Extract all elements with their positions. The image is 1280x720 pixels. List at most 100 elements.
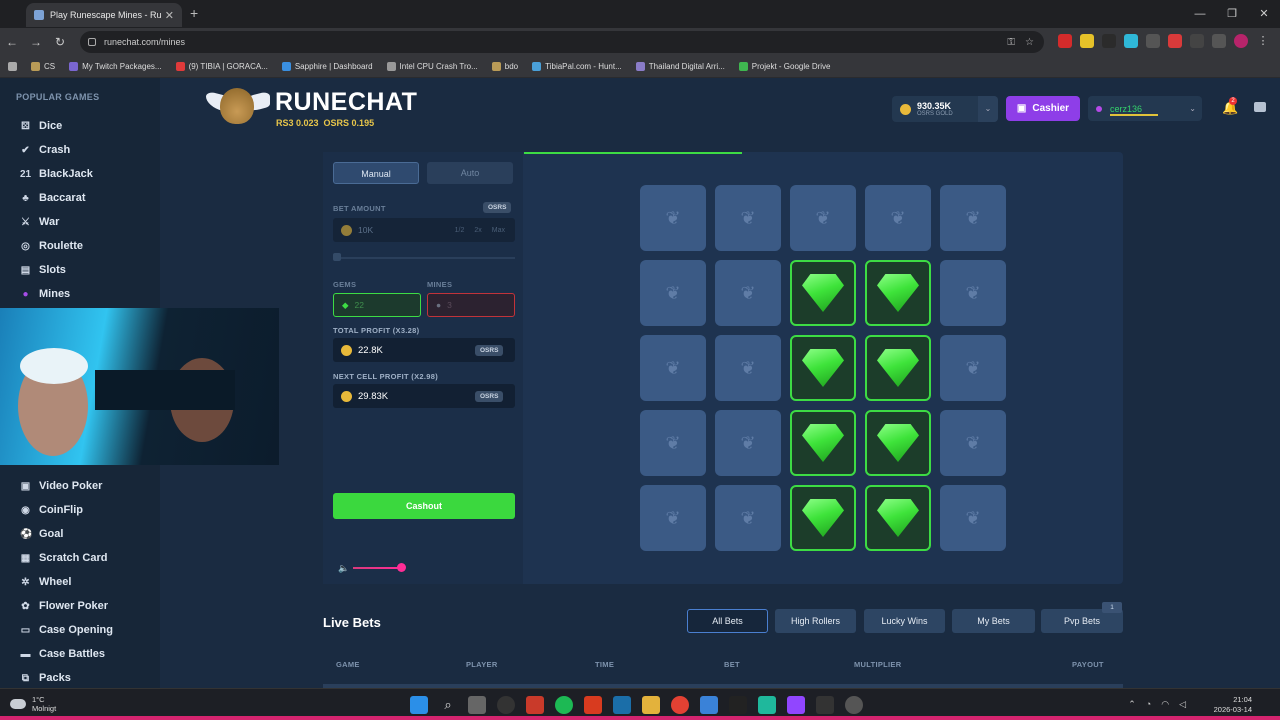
sidebar-item-war[interactable]: ⚔ War (20, 212, 59, 232)
sidebar-item-roulette[interactable]: ◎ Roulette (20, 236, 83, 256)
extension-icon[interactable] (1146, 34, 1160, 48)
mine-cell-hidden[interactable]: ❦ (640, 185, 706, 251)
mine-cell-hidden[interactable]: ❦ (715, 485, 781, 551)
mine-cell-hidden[interactable]: ❦ (790, 185, 856, 251)
mine-cell-hidden[interactable]: ❦ (865, 185, 931, 251)
sidebar-item-baccarat[interactable]: ♣ Baccarat (20, 188, 85, 208)
url-field[interactable]: runechat.com/mines ⚿ ☆ (80, 31, 1044, 53)
bookmark-item[interactable]: Sapphire | Dashboard (281, 62, 373, 71)
chevron-up-icon[interactable]: ⌃ (1128, 699, 1136, 710)
sidebar-item-dice[interactable]: ⚄ Dice (20, 116, 62, 136)
sidebar-item-scratch-card[interactable]: ▦ Scratch Card (20, 548, 108, 568)
app-icon[interactable] (584, 696, 602, 714)
bookmark-star-icon[interactable]: ☆ (1025, 37, 1034, 48)
sidebar-item-slots[interactable]: ▤ Slots (20, 260, 66, 280)
bookmark-item[interactable]: TibiaPal.com - Hunt... (532, 62, 622, 71)
app-icon[interactable] (526, 696, 544, 714)
mine-cell-hidden[interactable]: ❦ (640, 260, 706, 326)
volume-slider[interactable] (353, 567, 401, 569)
bookmark-item[interactable]: My Twitch Packages... (69, 62, 162, 71)
bet-slider[interactable] (333, 257, 515, 259)
extension-icon[interactable] (1102, 34, 1116, 48)
chrome-icon[interactable] (671, 696, 689, 714)
app-icon[interactable] (758, 696, 776, 714)
sidebar-item-coinflip[interactable]: ◉ CoinFlip (20, 500, 83, 520)
user-menu[interactable]: cerz136 ⌄ (1088, 96, 1202, 121)
start-icon[interactable] (410, 696, 428, 714)
sidebar-item-goal[interactable]: ⚽ Goal (20, 524, 63, 544)
speaker-icon[interactable]: ◁ (1179, 699, 1186, 710)
chevron-down-icon[interactable]: ⌄ (978, 96, 998, 122)
mine-cell-hidden[interactable]: ❦ (940, 410, 1006, 476)
app-icon[interactable] (845, 696, 863, 714)
sidebar-item-case-opening[interactable]: ▭ Case Opening (20, 620, 113, 640)
tab-manual[interactable]: Manual (333, 162, 419, 184)
sidebar-item-case-battles[interactable]: ▬ Case Battles (20, 644, 106, 664)
sidebar-item-mines[interactable]: ● Mines (20, 284, 70, 304)
mine-cell-hidden[interactable]: ❦ (715, 260, 781, 326)
mine-cell-hidden[interactable]: ❦ (715, 185, 781, 251)
site-info-icon[interactable] (88, 38, 96, 46)
spotify-icon[interactable] (555, 696, 573, 714)
chevron-down-icon[interactable]: ⌄ (1189, 96, 1196, 121)
double-bet-button[interactable]: 2x (474, 227, 481, 234)
bookmark-item[interactable]: Intel CPU Crash Tro... (386, 62, 478, 71)
forward-icon[interactable]: → (24, 35, 48, 49)
app-icon[interactable] (816, 696, 834, 714)
site-logo[interactable]: RUNECHAT (275, 88, 417, 117)
half-bet-button[interactable]: 1/2 (455, 227, 465, 234)
sidebar-item-blackjack[interactable]: 21 BlackJack (20, 164, 93, 184)
sidebar-item-flower-poker[interactable]: ✿ Flower Poker (20, 596, 108, 616)
steam-icon[interactable] (613, 696, 631, 714)
extension-icon[interactable] (1124, 34, 1138, 48)
sidebar-item-crash[interactable]: ✔ Crash (20, 140, 70, 160)
close-window-icon[interactable]: ✕ (1248, 0, 1280, 28)
tab-all-bets[interactable]: All Bets (687, 609, 768, 633)
app-icon[interactable] (729, 696, 747, 714)
mine-cell-hidden[interactable]: ❦ (640, 485, 706, 551)
mine-cell-hidden[interactable]: ❦ (715, 335, 781, 401)
sidebar-item-wheel[interactable]: ✲ Wheel (20, 572, 71, 592)
extension-icon[interactable] (1058, 34, 1072, 48)
app-icon[interactable] (497, 696, 515, 714)
network-icon[interactable]: ◔ (1146, 699, 1151, 710)
cashier-button[interactable]: ▣ Cashier (1006, 96, 1080, 121)
mine-cell-hidden[interactable]: ❦ (715, 410, 781, 476)
volume-slider-handle[interactable] (397, 563, 406, 572)
close-tab-icon[interactable]: ✕ (165, 9, 174, 22)
mine-cell-hidden[interactable]: ❦ (640, 410, 706, 476)
bet-slider-handle[interactable] (333, 253, 341, 261)
bet-amount-input[interactable]: 10K 1/2 2x Max (333, 218, 515, 242)
search-icon[interactable]: ⌕ (439, 696, 457, 714)
adblock-icon[interactable] (1168, 34, 1182, 48)
browser-tab[interactable]: Play Runescape Mines - Ru ✕ (26, 3, 182, 27)
bookmark-item[interactable]: Thailand Digital Arri... (635, 62, 725, 71)
mine-cell-hidden[interactable]: ❦ (940, 335, 1006, 401)
tab-high-rollers[interactable]: High Rollers (775, 609, 856, 633)
mine-cell-hidden[interactable]: ❦ (940, 485, 1006, 551)
menu-icon[interactable]: ⋮ (1256, 34, 1270, 48)
clock[interactable]: 21:04 2026-03-14 (1214, 695, 1252, 715)
extensions-puzzle-icon[interactable] (1190, 34, 1204, 48)
tab-my-bets[interactable]: My Bets (952, 609, 1035, 633)
bookmark-item[interactable]: CS (31, 62, 55, 71)
back-icon[interactable]: ← (0, 35, 24, 49)
file-explorer-icon[interactable] (642, 696, 660, 714)
task-view-icon[interactable] (468, 696, 486, 714)
balance-widget[interactable]: 930.35K OSRS GOLD ⌄ (892, 96, 998, 122)
mines-count-input[interactable]: ● 3 (427, 293, 515, 317)
wifi-icon[interactable]: ◠ (1161, 699, 1169, 710)
max-bet-button[interactable]: Max (492, 227, 505, 234)
app-icon[interactable] (700, 696, 718, 714)
key-icon[interactable]: ⚿ (1007, 37, 1015, 48)
extension-icon[interactable] (1080, 34, 1094, 48)
sidebar-item-packs[interactable]: ⧉ Packs (20, 668, 71, 688)
mine-cell-hidden[interactable]: ❦ (940, 260, 1006, 326)
volume-icon[interactable]: 🔈 (338, 563, 349, 574)
weather-widget[interactable]: 1°C Molnigt (10, 695, 56, 713)
bookmark-item[interactable]: bdo (491, 62, 518, 71)
bookmark-item[interactable]: (9) TIBIA | GORACA... (175, 62, 268, 71)
bookmark-item[interactable]: Projekt - Google Drive (738, 62, 831, 71)
mine-cell-hidden[interactable]: ❦ (640, 335, 706, 401)
apps-icon[interactable] (8, 62, 17, 71)
